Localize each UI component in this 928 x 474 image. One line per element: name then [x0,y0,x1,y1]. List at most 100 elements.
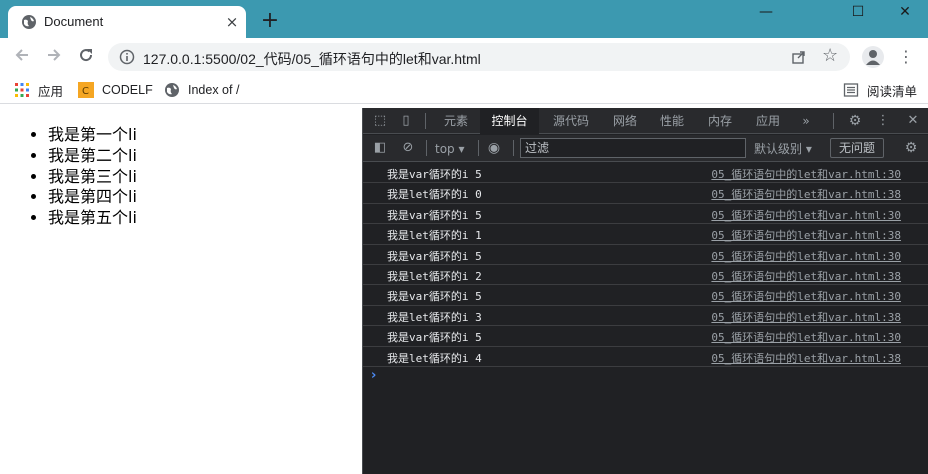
close-devtools-icon[interactable]: ✕ [905,113,921,129]
tab-application[interactable]: 应用 [746,108,790,134]
more-vertical-icon[interactable]: ⋮ [875,113,891,129]
eye-icon[interactable]: ◉ [486,140,502,156]
settings-gear-icon[interactable]: ⚙ [903,140,919,156]
minimize-button[interactable]: — [743,0,789,26]
back-button[interactable] [11,46,33,68]
toolbar-divider [425,113,426,129]
log-source-link[interactable]: 05_循环语句中的let和var.html:38 [711,186,901,202]
tab-performance[interactable]: 性能 [650,108,694,134]
arrow-right-icon [48,49,61,61]
console-log-row: 我是var循环的i 5 05_循环语句中的let和var.html:30 [363,285,928,306]
log-message: 我是var循环的i 5 [387,290,482,304]
log-message: 我是let循环的i 4 [387,351,482,365]
list-item[interactable]: 我是第一个li [48,125,137,146]
log-message: 我是let循环的i 2 [387,269,482,283]
toolbar-divider [833,113,834,129]
clear-console-icon[interactable]: ⊘ [400,140,416,156]
bookmark-codelf[interactable]: C CODELF [78,81,153,99]
minimize-icon: — [759,4,773,20]
tab-console[interactable]: 控制台 [480,108,539,134]
toolbar-divider [478,140,479,156]
tab-network[interactable]: 网络 [603,108,647,134]
tab-close-icon[interactable]: × [224,14,240,30]
device-toolbar-icon[interactable]: ▯ [398,113,414,129]
list-item[interactable]: 我是第三个li [48,167,137,188]
browser-toolbar: 127.0.0.1:5500/02_代码/05_循环语句中的let和var.ht… [0,38,928,76]
context-selector[interactable]: top ▾ [435,140,465,158]
reading-list-button[interactable]: 阅读清单 [843,81,917,99]
profile-avatar[interactable] [862,46,884,68]
apps-grid-icon [15,83,29,97]
maximize-icon: ☐ [851,4,865,20]
log-source-link[interactable]: 05_循环语句中的let和var.html:38 [711,309,901,325]
forward-button[interactable] [43,46,65,68]
tab-title: Document [44,14,104,29]
issues-button[interactable]: 无问题 [830,138,884,158]
console-output: 我是var循环的i 5 05_循环语句中的let和var.html:30 我是l… [363,163,928,367]
list-item[interactable]: 我是第五个li [48,208,137,229]
log-message: 我是let循环的i 3 [387,310,482,324]
log-source-link[interactable]: 05_循环语句中的let和var.html:38 [711,350,901,366]
log-message: 我是let循环的i 0 [387,188,482,202]
maximize-button[interactable]: ☐ [835,0,881,26]
codelf-logo-icon: C [78,82,94,98]
title-bar: Document × + — ☐ ✕ [0,0,928,38]
console-prompt-icon[interactable]: › [371,368,376,383]
close-window-button[interactable]: ✕ [882,0,928,26]
console-toolbar: ◧ ⊘ top ▾ ◉ 过滤 默认级别 ▾ 无问题 ⚙ [363,135,928,162]
inspect-element-icon[interactable]: ⬚ [372,113,388,129]
log-source-link[interactable]: 05_循环语句中的let和var.html:38 [711,268,901,284]
browser-tab[interactable]: Document × [8,6,246,38]
bookmark-star-icon[interactable]: ☆ [822,46,838,66]
log-source-link[interactable]: 05_循环语句中的let和var.html:30 [711,166,901,182]
log-source-link[interactable]: 05_循环语句中的let和var.html:30 [711,207,901,223]
reading-list-label: 阅读清单 [867,84,918,99]
log-levels-dropdown[interactable]: 默认级别 ▾ [754,140,812,158]
console-log-row: 我是var循环的i 5 05_循环语句中的let和var.html:30 [363,163,928,184]
address-bar[interactable]: 127.0.0.1:5500/02_代码/05_循环语句中的let和var.ht… [108,43,850,71]
log-source-link[interactable]: 05_循环语句中的let和var.html:30 [711,329,901,345]
list-item[interactable]: 我是第二个li [48,146,137,167]
bookmark-label: Index of / [188,83,240,97]
svg-text:C: C [82,86,89,97]
url-text: 127.0.0.1:5500/02_代码/05_循环语句中的let和var.ht… [143,51,481,67]
log-message: 我是var循环的i 5 [387,331,482,345]
reading-list-icon [843,83,859,97]
new-tab-button[interactable]: + [259,10,281,32]
log-message: 我是let循环的i 1 [387,229,482,243]
toolbar-divider [426,140,427,156]
globe-icon [165,83,179,97]
sidebar-toggle-icon[interactable]: ◧ [372,140,388,156]
bookmarks-bar: 应用 C CODELF Index of / 阅读清单 [0,76,928,104]
log-message: 我是var循环的i 5 [387,208,482,222]
console-log-row: 我是let循环的i 2 05_循环语句中的let和var.html:38 [363,265,928,286]
more-vertical-icon: ⋮ [898,47,914,66]
console-log-row: 我是let循环的i 3 05_循环语句中的let和var.html:38 [363,306,928,327]
arrow-left-icon [15,49,28,61]
devtools-panel: ⬚ ▯ 元素 控制台 源代码 网络 性能 内存 应用 » ⚙ ⋮ ✕ ◧ ⊘ t… [362,108,928,474]
bookmark-apps[interactable]: 应用 [14,81,63,99]
console-log-row: 我是let循环的i 1 05_循环语句中的let和var.html:38 [363,224,928,245]
log-source-link[interactable]: 05_循环语句中的let和var.html:30 [711,248,901,264]
tab-memory[interactable]: 内存 [698,108,742,134]
info-icon[interactable] [119,49,135,65]
log-source-link[interactable]: 05_循环语句中的let和var.html:30 [711,288,901,304]
reload-button[interactable] [75,46,97,68]
log-source-link[interactable]: 05_循环语句中的let和var.html:38 [711,227,901,243]
devtools-tab-bar: ⬚ ▯ 元素 控制台 源代码 网络 性能 内存 应用 » ⚙ ⋮ ✕ [363,108,928,134]
reload-icon [80,49,93,62]
console-filter-input[interactable]: 过滤 [520,138,746,158]
browser-menu-button[interactable]: ⋮ [898,46,914,68]
more-tabs-button[interactable]: » [794,108,818,134]
tab-sources[interactable]: 源代码 [543,108,599,134]
tab-elements[interactable]: 元素 [434,108,478,134]
list-item[interactable]: 我是第四个li [48,187,137,208]
bookmark-label: 应用 [38,84,64,99]
console-log-row: 我是var循环的i 5 05_循环语句中的let和var.html:30 [363,204,928,225]
console-log-row: 我是let循环的i 4 05_循环语句中的let和var.html:38 [363,347,928,367]
bookmark-index[interactable]: Index of / [164,81,239,99]
share-icon[interactable] [791,49,807,65]
settings-gear-icon[interactable]: ⚙ [847,113,863,129]
page-viewport: 我是第一个li 我是第二个li 我是第三个li 我是第四个li 我是第五个li [0,108,362,474]
console-log-row: 我是var循环的i 5 05_循环语句中的let和var.html:30 [363,245,928,265]
